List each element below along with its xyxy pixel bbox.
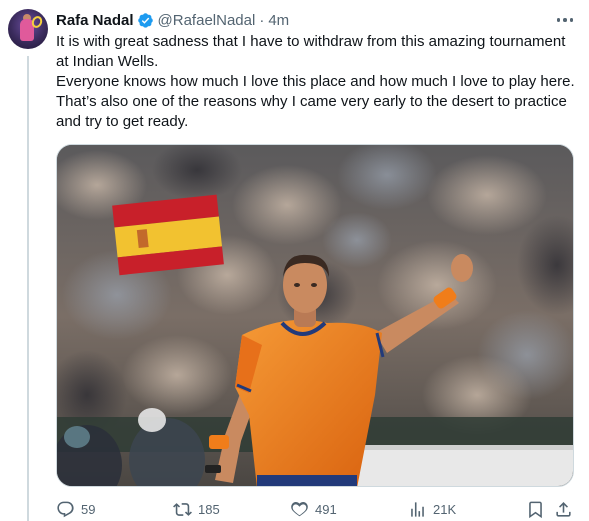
tweet[interactable]: Rafa Nadal @RafaelNadal · 4m It is with … [0, 0, 589, 521]
verified-badge-icon [137, 12, 154, 29]
more-options-icon[interactable] [553, 10, 577, 30]
post-photo[interactable] [56, 144, 574, 487]
repost-count: 185 [198, 501, 220, 517]
tweet-header: Rafa Nadal @RafaelNadal · 4m [56, 10, 289, 30]
bookmark-icon [529, 501, 542, 518]
author-name[interactable]: Rafa Nadal [56, 12, 134, 29]
view-count: 21K [433, 501, 457, 517]
post-text: It is with great sadness that I have to … [56, 32, 576, 132]
like-count: 491 [315, 501, 337, 517]
bookmark-button[interactable] [526, 498, 545, 520]
reply-count: 59 [81, 501, 96, 517]
share-icon [556, 501, 571, 517]
views-button[interactable]: 21K [408, 498, 456, 520]
post-paragraph-1: It is with great sadness that I have to … [56, 33, 566, 70]
reply-button[interactable]: 59 [56, 498, 95, 520]
separator-dot: · [259, 11, 265, 29]
post-paragraph-2: Everyone knows how much I love this plac… [56, 73, 575, 130]
author-avatar[interactable] [8, 9, 48, 49]
thread-line [27, 56, 29, 521]
photo-tennis-player-icon [57, 145, 573, 486]
author-handle[interactable]: @RafaelNadal [158, 12, 256, 29]
repost-icon [173, 502, 192, 516]
share-button[interactable] [554, 498, 573, 520]
like-button[interactable]: 491 [290, 498, 337, 520]
post-timestamp[interactable]: 4m [268, 12, 289, 29]
action-bar: 59 185 491 21K [56, 498, 576, 520]
heart-icon [291, 501, 308, 516]
reply-icon [57, 501, 74, 517]
repost-button[interactable]: 185 [173, 498, 220, 520]
views-chart-icon [411, 501, 424, 517]
